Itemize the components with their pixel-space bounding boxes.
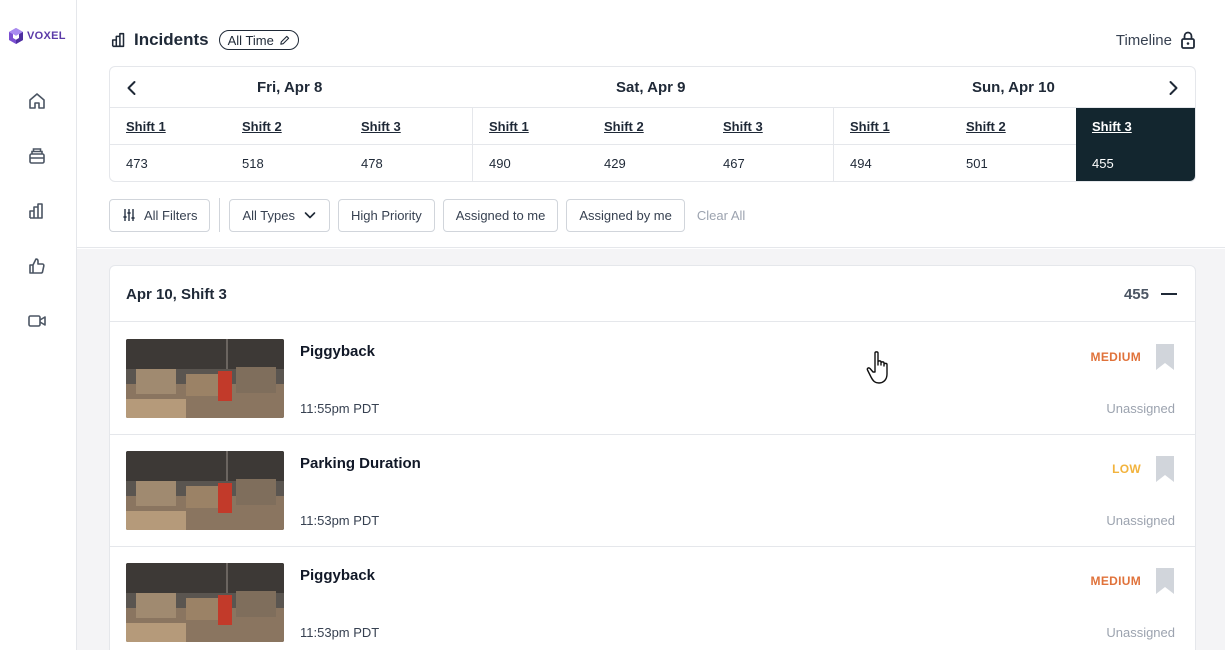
voxel-logo-icon <box>9 28 23 44</box>
timeline-label: Timeline <box>1115 31 1172 49</box>
bookmark-icon[interactable] <box>1155 344 1175 370</box>
shift-count: 490 <box>489 156 511 171</box>
home-icon[interactable] <box>27 91 47 111</box>
sliders-icon <box>123 209 135 221</box>
all-filters-button[interactable]: All Filters <box>109 198 211 232</box>
priority-badge: MEDIUM <box>1090 350 1141 364</box>
shift-tab-sun-2[interactable]: Shift 2 <box>950 108 1076 145</box>
shift-count: 429 <box>604 156 626 171</box>
bar-chart-icon[interactable] <box>27 201 47 221</box>
incident-thumbnail[interactable] <box>126 339 284 418</box>
day-divider <box>472 108 473 181</box>
clear-all-button[interactable]: Clear All <box>693 208 745 223</box>
shift-count: 494 <box>850 156 872 171</box>
inbox-icon[interactable] <box>27 146 47 166</box>
incident-title: Piggyback <box>300 343 376 360</box>
date-row: Fri, Apr 8 Sat, Apr 9 Sun, Apr 10 <box>110 67 1195 108</box>
all-types-label: All Types <box>242 207 295 223</box>
shift-tab-sat-3[interactable]: Shift 3 <box>707 108 834 145</box>
shift-tab-sun-1[interactable]: Shift 1 <box>834 108 950 145</box>
incident-row[interactable]: Piggyback 11:53pm PDT MEDIUM Unassigned <box>110 547 1195 650</box>
incident-row[interactable]: Piggyback 11:55pm PDT MEDIUM Unassigned <box>110 323 1195 435</box>
day-label-fri: Fri, Apr 8 <box>257 79 323 96</box>
assigned-to-me-filter[interactable]: Assigned to me <box>442 198 559 232</box>
shift-count-selected: 455 <box>1076 145 1195 181</box>
time-range-label: All Time <box>227 32 274 48</box>
bookmark-icon[interactable] <box>1155 456 1175 482</box>
shift-tab-sat-1[interactable]: Shift 1 <box>473 108 588 145</box>
incident-time: 11:53pm PDT <box>300 625 380 640</box>
shift-tab-sun-3[interactable]: Shift 3 <box>1076 108 1195 145</box>
assigned-by-me-filter[interactable]: Assigned by me <box>566 198 685 232</box>
time-range-filter[interactable]: All Time <box>218 30 299 50</box>
pencil-icon <box>280 35 290 45</box>
lock-icon <box>1181 31 1195 49</box>
main-content: Incidents All Time Timeline Fri, Apr 8 S… <box>77 0 1225 650</box>
incident-time: 11:55pm PDT <box>300 401 380 416</box>
thumbs-up-icon[interactable] <box>27 256 47 276</box>
all-types-dropdown[interactable]: All Types <box>229 198 330 232</box>
incident-title: Parking Duration <box>300 455 421 472</box>
incident-time: 11:53pm PDT <box>300 513 380 528</box>
incident-row[interactable]: Parking Duration 11:53pm PDT LOW Unassig… <box>110 435 1195 547</box>
group-count: 455 <box>1123 286 1149 303</box>
shift-tab-sat-2[interactable]: Shift 2 <box>588 108 707 145</box>
priority-badge: LOW <box>1112 462 1141 476</box>
incident-group-card: Apr 10, Shift 3 455 Piggyback 11:55pm PD… <box>109 265 1196 650</box>
assignee-label[interactable]: Unassigned <box>1106 401 1175 416</box>
incidents-header-area: Incidents All Time Timeline Fri, Apr 8 S… <box>77 0 1225 248</box>
day-label-sat: Sat, Apr 9 <box>616 79 686 96</box>
day-label-sun: Sun, Apr 10 <box>972 79 1055 96</box>
all-filters-label: All Filters <box>144 207 198 223</box>
day-divider <box>833 108 834 181</box>
assignee-label[interactable]: Unassigned <box>1106 513 1175 528</box>
group-header: Apr 10, Shift 3 455 <box>110 266 1195 322</box>
shift-count: 478 <box>361 156 383 171</box>
video-camera-icon[interactable] <box>27 311 47 331</box>
incident-list-area: Apr 10, Shift 3 455 Piggyback 11:55pm PD… <box>77 249 1225 650</box>
sidebar: VOXEL <box>0 0 77 650</box>
group-title: Apr 10, Shift 3 <box>126 286 227 303</box>
shift-tab-fri-1[interactable]: Shift 1 <box>110 108 226 145</box>
shift-count: 467 <box>723 156 745 171</box>
shift-count: 473 <box>126 156 148 171</box>
shift-count-row: 473 518 478 490 429 467 494 501 455 <box>110 145 1195 181</box>
bar-chart-icon <box>111 32 125 48</box>
incident-thumbnail[interactable] <box>126 451 284 530</box>
chevron-right-icon[interactable] <box>1163 78 1183 98</box>
assignee-label[interactable]: Unassigned <box>1106 625 1175 640</box>
shift-count: 501 <box>966 156 988 171</box>
collapse-icon[interactable] <box>1161 293 1177 295</box>
shift-tab-fri-2[interactable]: Shift 2 <box>226 108 345 145</box>
logo-text: VOXEL <box>27 30 66 42</box>
page-header: Incidents All Time <box>110 30 299 50</box>
incident-title: Piggyback <box>300 567 376 584</box>
page-title: Incidents <box>134 30 209 49</box>
filter-divider <box>219 198 221 232</box>
filter-bar: All Filters All Types High Priority Assi… <box>109 198 745 232</box>
priority-badge: MEDIUM <box>1090 574 1141 588</box>
shift-tab-fri-3[interactable]: Shift 3 <box>345 108 473 145</box>
shift-count: 518 <box>242 156 264 171</box>
voxel-logo[interactable]: VOXEL <box>8 27 66 45</box>
incident-thumbnail[interactable] <box>126 563 284 642</box>
chevron-left-icon[interactable] <box>122 78 142 98</box>
high-priority-filter[interactable]: High Priority <box>337 198 435 232</box>
shift-summary-table: Fri, Apr 8 Sat, Apr 9 Sun, Apr 10 Shift … <box>109 66 1196 182</box>
shift-name-row: Shift 1 Shift 2 Shift 3 Shift 1 Shift 2 … <box>110 108 1195 145</box>
chevron-down-icon <box>304 212 316 219</box>
timeline-button[interactable]: Timeline <box>1116 31 1196 49</box>
bookmark-icon[interactable] <box>1155 568 1175 594</box>
